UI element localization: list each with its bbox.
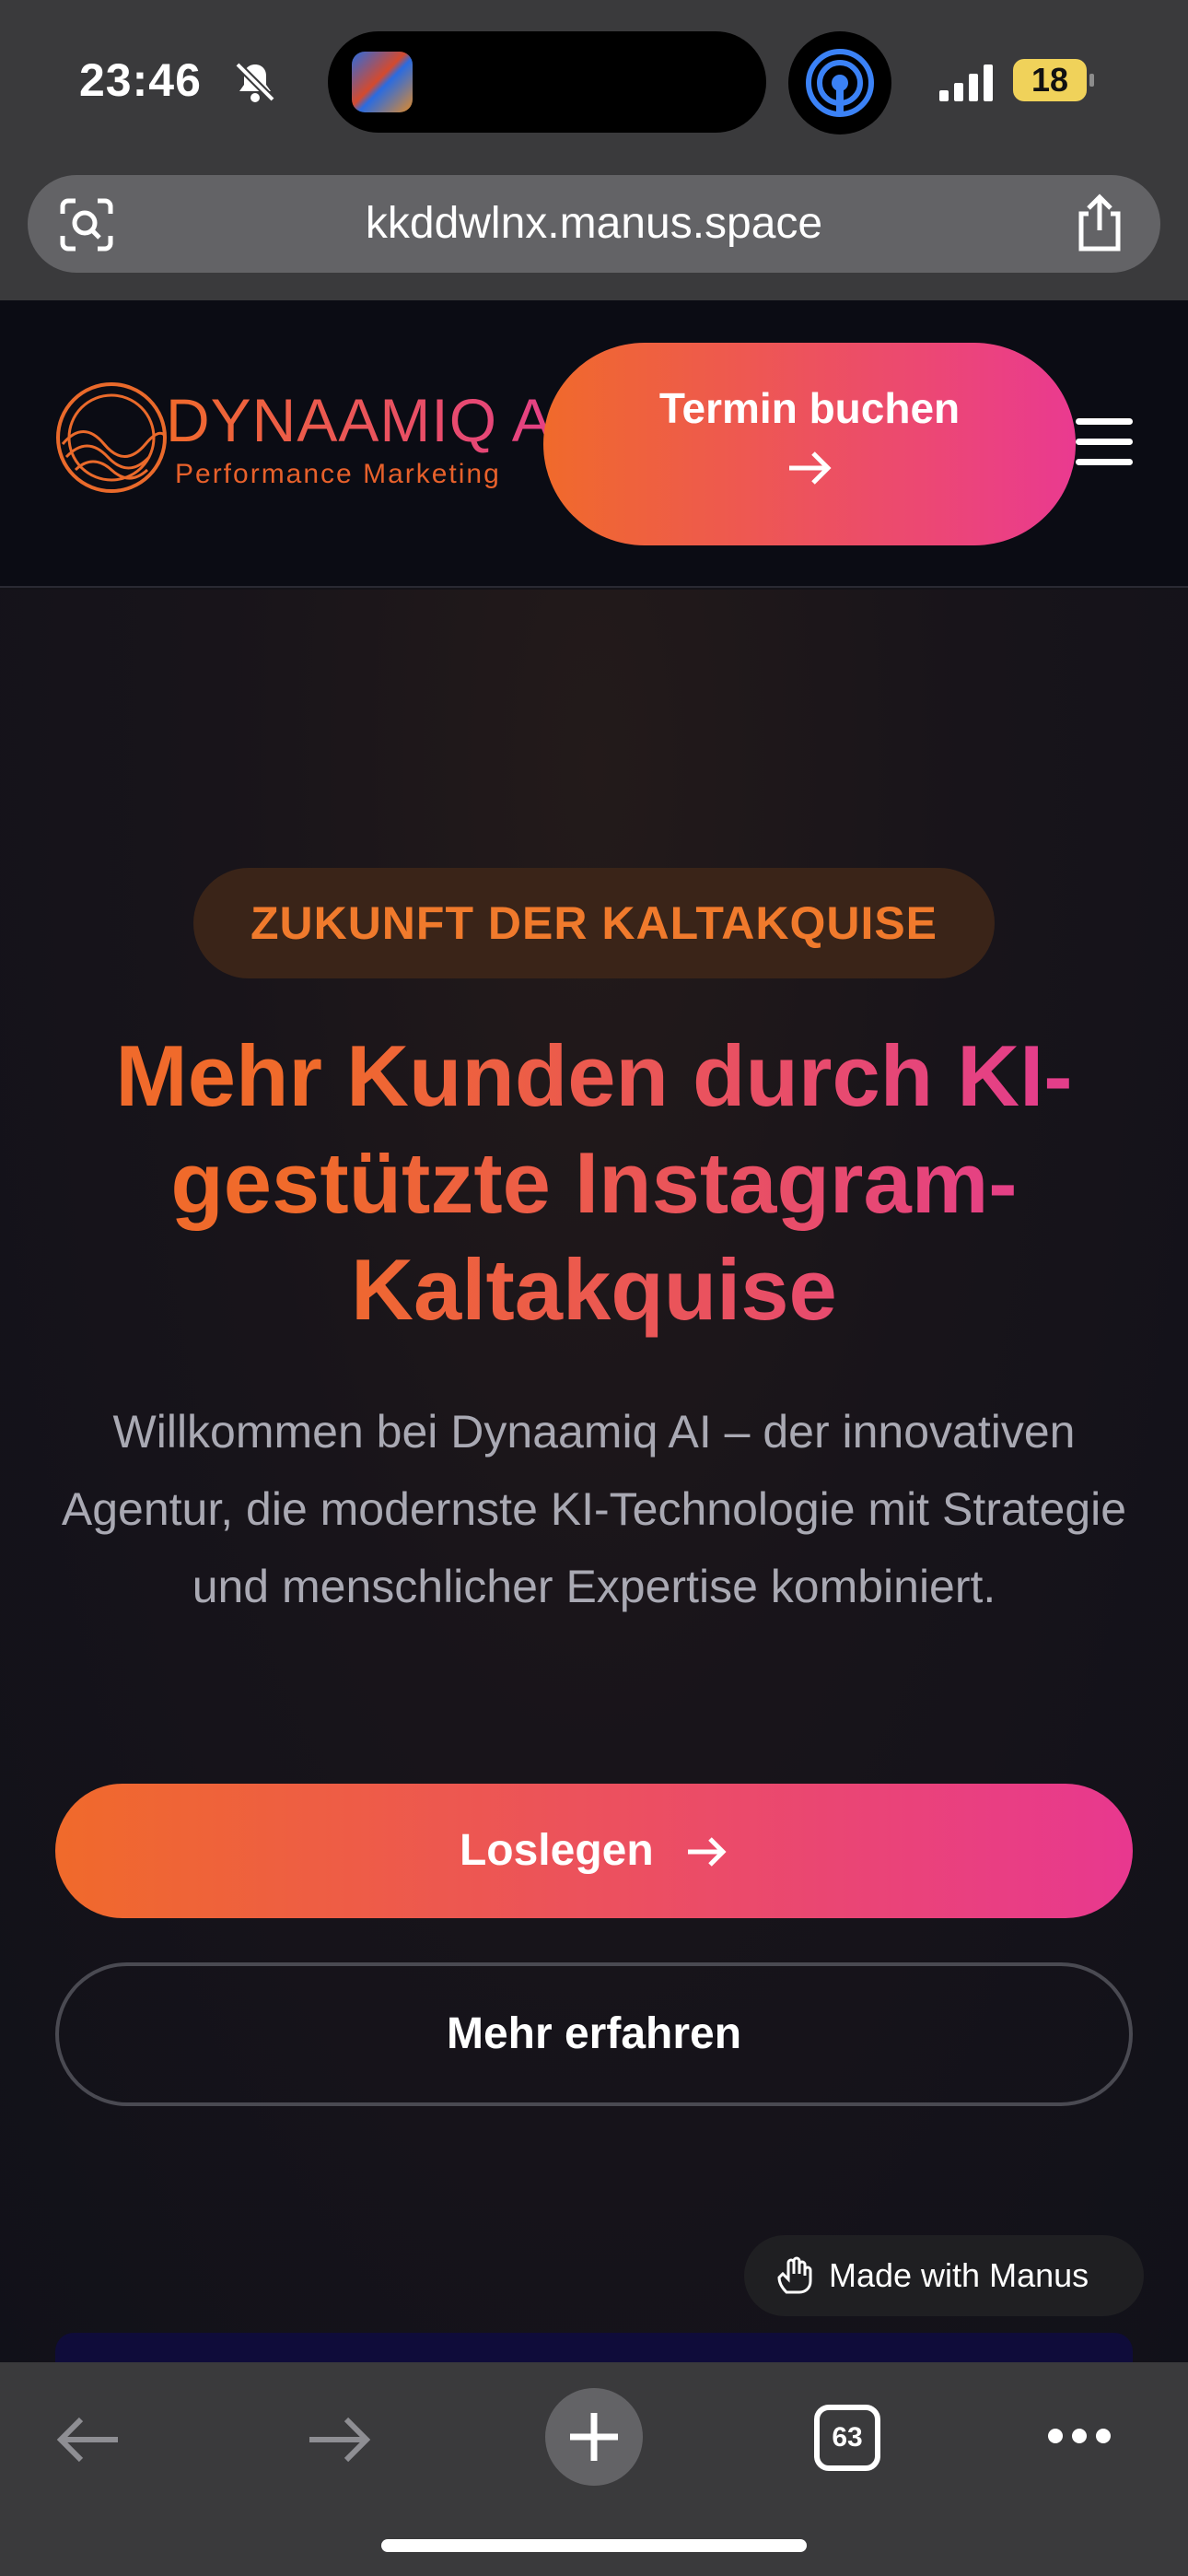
get-started-label: Loslegen [459, 1826, 654, 1875]
arrow-right-icon [688, 1837, 727, 1867]
forward-arrow-icon[interactable] [306, 2414, 374, 2465]
hero-subtext: Willkommen bei Dynaamiq AI – der innovat… [61, 1406, 1127, 1612]
status-time: 23:46 [79, 54, 202, 106]
site-header: DYNAAMIQ AI Performance Marketing Termin… [0, 300, 1188, 588]
learn-more-button[interactable]: Mehr erfahren [55, 1962, 1133, 2106]
hero-headline: Mehr Kunden durch KI-gestützte Instagram… [37, 1023, 1151, 1343]
url-bar[interactable]: kkddwlnx.manus.space [28, 175, 1160, 273]
made-with-manus-badge[interactable]: Made with Manus [744, 2235, 1144, 2316]
airdrop-icon [788, 31, 891, 135]
battery-icon: 18 [1013, 59, 1094, 101]
home-indicator[interactable] [381, 2539, 807, 2552]
book-appointment-label: Termin buchen [658, 384, 961, 432]
browser-toolbar: 63 [0, 2362, 1188, 2576]
menu-icon[interactable] [1076, 418, 1133, 470]
app-icon [352, 52, 413, 112]
logo-tagline: Performance Marketing [175, 459, 501, 489]
logo[interactable]: DYNAAMIQ AI Performance Marketing [53, 380, 572, 499]
new-tab-button[interactable] [545, 2388, 643, 2486]
logo-mark-icon [56, 382, 167, 493]
book-appointment-button[interactable]: Termin buchen [543, 343, 1076, 545]
get-started-button[interactable]: Loslegen [55, 1784, 1133, 1918]
made-with-manus-label: Made with Manus [829, 2256, 1089, 2294]
signal-icon [939, 64, 993, 101]
more-icon[interactable] [1046, 2427, 1112, 2445]
bell-slash-icon [235, 62, 275, 102]
share-icon[interactable] [1074, 193, 1125, 252]
browser-top-chrome: 23:46 18 kkddwlnx.manus.space [0, 0, 1188, 300]
hero-section: ZUKUNFT DER KALTAKQUISE Mehr Kunden durc… [0, 590, 1188, 2370]
dynamic-island[interactable] [328, 31, 766, 133]
back-arrow-icon[interactable] [53, 2414, 122, 2465]
tabs-button[interactable]: 63 [814, 2405, 880, 2471]
hand-icon [777, 2256, 812, 2294]
plus-icon [570, 2413, 618, 2461]
arrow-right-icon [789, 451, 832, 485]
eyebrow-badge: ZUKUNFT DER KALTAKQUISE [193, 868, 995, 978]
url-text[interactable]: kkddwlnx.manus.space [28, 175, 1160, 273]
logo-name: DYNAAMIQ AI [166, 386, 572, 454]
